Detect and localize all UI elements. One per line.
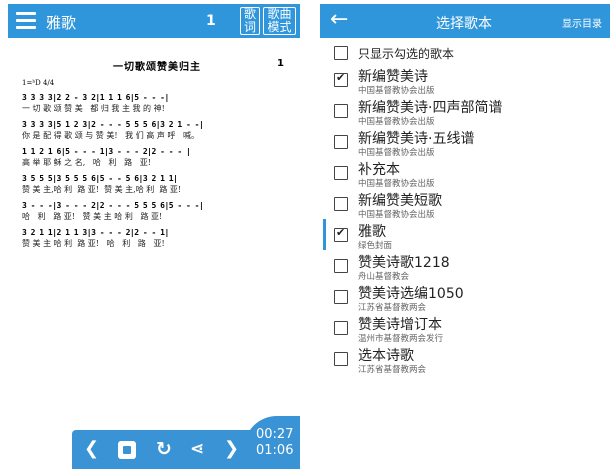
book-name: 新编赞美短歌 (358, 193, 442, 209)
score-lyrics: 高 举 耶 稣 之 名, 哈 利 路 亚! (22, 158, 151, 167)
checkbox[interactable] (334, 135, 348, 149)
book-publisher: 江苏省基督教两会 (358, 365, 427, 375)
lyrics-button[interactable]: 歌词 (240, 7, 260, 35)
score-lyrics: 赞 美 主,哈 利 路 亚! 赞 美 主,哈 利 路 亚! (22, 185, 182, 194)
checkbox[interactable] (334, 290, 348, 304)
checkbox[interactable] (334, 46, 348, 60)
score-lyrics: 哈 利 路 亚! 赞 美 主 哈 利 路 亚! (22, 212, 163, 221)
page-title: 选择歌本 (436, 16, 492, 32)
sheet-music: 一切歌颂赞美归主 1 1=ᵇD 4/4 3 3 3 3|2 2 - 3 2|1 … (22, 58, 292, 249)
score-row: 1 1 2 1 6|5 - - - 1|3 - - - 2|2 - - - | … (22, 147, 292, 168)
playback-time: 00:27 01:06 (244, 416, 300, 469)
menu-icon[interactable] (16, 12, 36, 30)
score-key: 1=ᵇD 4/4 (22, 79, 55, 87)
time-elapsed: 00:27 (256, 427, 294, 442)
score-number: 1 (277, 58, 284, 69)
back-arrow-icon[interactable]: ← (330, 8, 348, 32)
score-notes: 3 3 3 3|2 2 - 3 2|1 1 1 6|5 - - -| (22, 93, 169, 102)
book-name: 新编赞美诗·五线谱 (358, 131, 475, 147)
score-lyrics: 一 切 歌 颂 赞 美 都 归 我 主 我 的 神! (22, 104, 165, 113)
song-toolbar: 雅歌 1 歌词 歌曲模式 (8, 4, 300, 38)
score-row: 3 3 3 3|5 1 2 3|2 - - - 5 5 5 6|3 2 1 - … (22, 120, 292, 141)
current-book-indicator (323, 219, 326, 250)
book-name: 新编赞美诗·四声部简谱 (358, 100, 503, 116)
show-checked-only-option[interactable]: 只显示勾选的歌本 (320, 38, 610, 64)
time-total: 01:06 (256, 443, 294, 458)
next-icon[interactable]: ❯ (224, 438, 239, 460)
score-notes: 3 - - -|3 - - - 2|2 - - - 5 5 5 6|5 - - … (22, 201, 204, 210)
book-name: 补充本 (358, 162, 400, 178)
repeat-icon[interactable]: ↻ (156, 438, 172, 460)
list-item[interactable]: 选本诗歌 江苏省基督教两会 (320, 343, 610, 375)
option-label: 只显示勾选的歌本 (358, 47, 455, 61)
song-panel: 雅歌 1 歌词 歌曲模式 一切歌颂赞美归主 1 1=ᵇD 4/4 3 3 3 3… (8, 0, 300, 469)
songbook-selector-panel: ← 选择歌本 显示目录 只显示勾选的歌本 新编赞美诗 中国基督教协会出版 新编赞… (320, 0, 610, 469)
score-lyrics: 赞 美 主 哈 利 路 亚! 哈 利 路 亚! (22, 239, 165, 248)
stop-icon[interactable] (118, 441, 136, 459)
checkbox[interactable] (334, 104, 348, 118)
checkbox[interactable] (334, 197, 348, 211)
checkbox[interactable] (334, 321, 348, 335)
score-notes: 3 3 3 3|5 1 2 3|2 - - - 5 5 5 6|3 2 1 - … (22, 120, 204, 129)
score-row: 3 - - -|3 - - - 2|2 - - - 5 5 5 6|5 - - … (22, 201, 292, 222)
book-name: 赞美诗选编1050 (358, 286, 464, 302)
list-item[interactable]: 补充本 中国基督教协会出版 (320, 157, 610, 189)
songbook-title: 雅歌 (46, 14, 77, 32)
score-row: 3 2 1 1|2 1 1 3|3 - - - 2|2 - - 1| 赞 美 主… (22, 228, 292, 249)
book-name: 选本诗歌 (358, 348, 414, 364)
score-row: 3 5 5 5|3 5 5 5 6|5 - - 5 6|3 2 1 1| 赞 美… (22, 174, 292, 195)
selector-toolbar: ← 选择歌本 显示目录 (320, 4, 610, 38)
list-item-current[interactable]: 雅歌 绿色封面 (320, 219, 610, 251)
checkbox-checked[interactable] (334, 226, 348, 242)
checkbox[interactable] (334, 352, 348, 366)
list-item[interactable]: 新编赞美诗·四声部简谱 中国基督教协会出版 (320, 95, 610, 127)
book-name: 雅歌 (358, 224, 386, 240)
list-item[interactable]: 新编赞美诗 中国基督教协会出版 (320, 64, 610, 96)
player-controls: ❮ ↻ ⋖ ❯ (72, 430, 252, 469)
score-notes: 3 5 5 5|3 5 5 5 6|5 - - 5 6|3 2 1 1| (22, 174, 178, 183)
score-row: 3 3 3 3|2 2 - 3 2|1 1 1 6|5 - - -| 一 切 歌… (22, 93, 292, 114)
previous-icon[interactable]: ❮ (84, 438, 99, 460)
checkbox-checked[interactable] (334, 71, 348, 87)
score-lyrics: 你 是 配 得 歌 颂 与 赞 美! 我 们 高 声 呼 喊。 (22, 131, 199, 140)
list-item[interactable]: 新编赞美诗·五线谱 中国基督教协会出版 (320, 126, 610, 158)
list-item[interactable]: 赞美诗歌1218 舟山基督教会 (320, 250, 610, 282)
book-name: 新编赞美诗 (358, 69, 428, 85)
score-notes: 3 2 1 1|2 1 1 3|3 - - - 2|2 - - 1| (22, 228, 169, 237)
show-catalog-button[interactable]: 显示目录 (562, 15, 602, 30)
checkbox[interactable] (334, 259, 348, 273)
list-item[interactable]: 赞美诗增订本 温州市基督教两会发行 (320, 312, 610, 344)
song-number: 1 (206, 13, 216, 29)
list-item[interactable]: 赞美诗选编1050 江苏省基督教两会 (320, 281, 610, 313)
score-notes: 1 1 2 1 6|5 - - - 1|3 - - - 2|2 - - - | (22, 147, 191, 156)
song-mode-button[interactable]: 歌曲模式 (263, 7, 296, 35)
score-title: 一切歌颂赞美归主 (113, 62, 201, 73)
book-name: 赞美诗增订本 (358, 317, 442, 333)
checkbox[interactable] (334, 166, 348, 180)
list-item[interactable]: 新编赞美短歌 中国基督教协会出版 (320, 188, 610, 220)
share-icon[interactable]: ⋖ (190, 438, 204, 460)
songbook-list: 只显示勾选的歌本 新编赞美诗 中国基督教协会出版 新编赞美诗·四声部简谱 中国基… (320, 38, 610, 375)
book-name: 赞美诗歌1218 (358, 255, 450, 271)
